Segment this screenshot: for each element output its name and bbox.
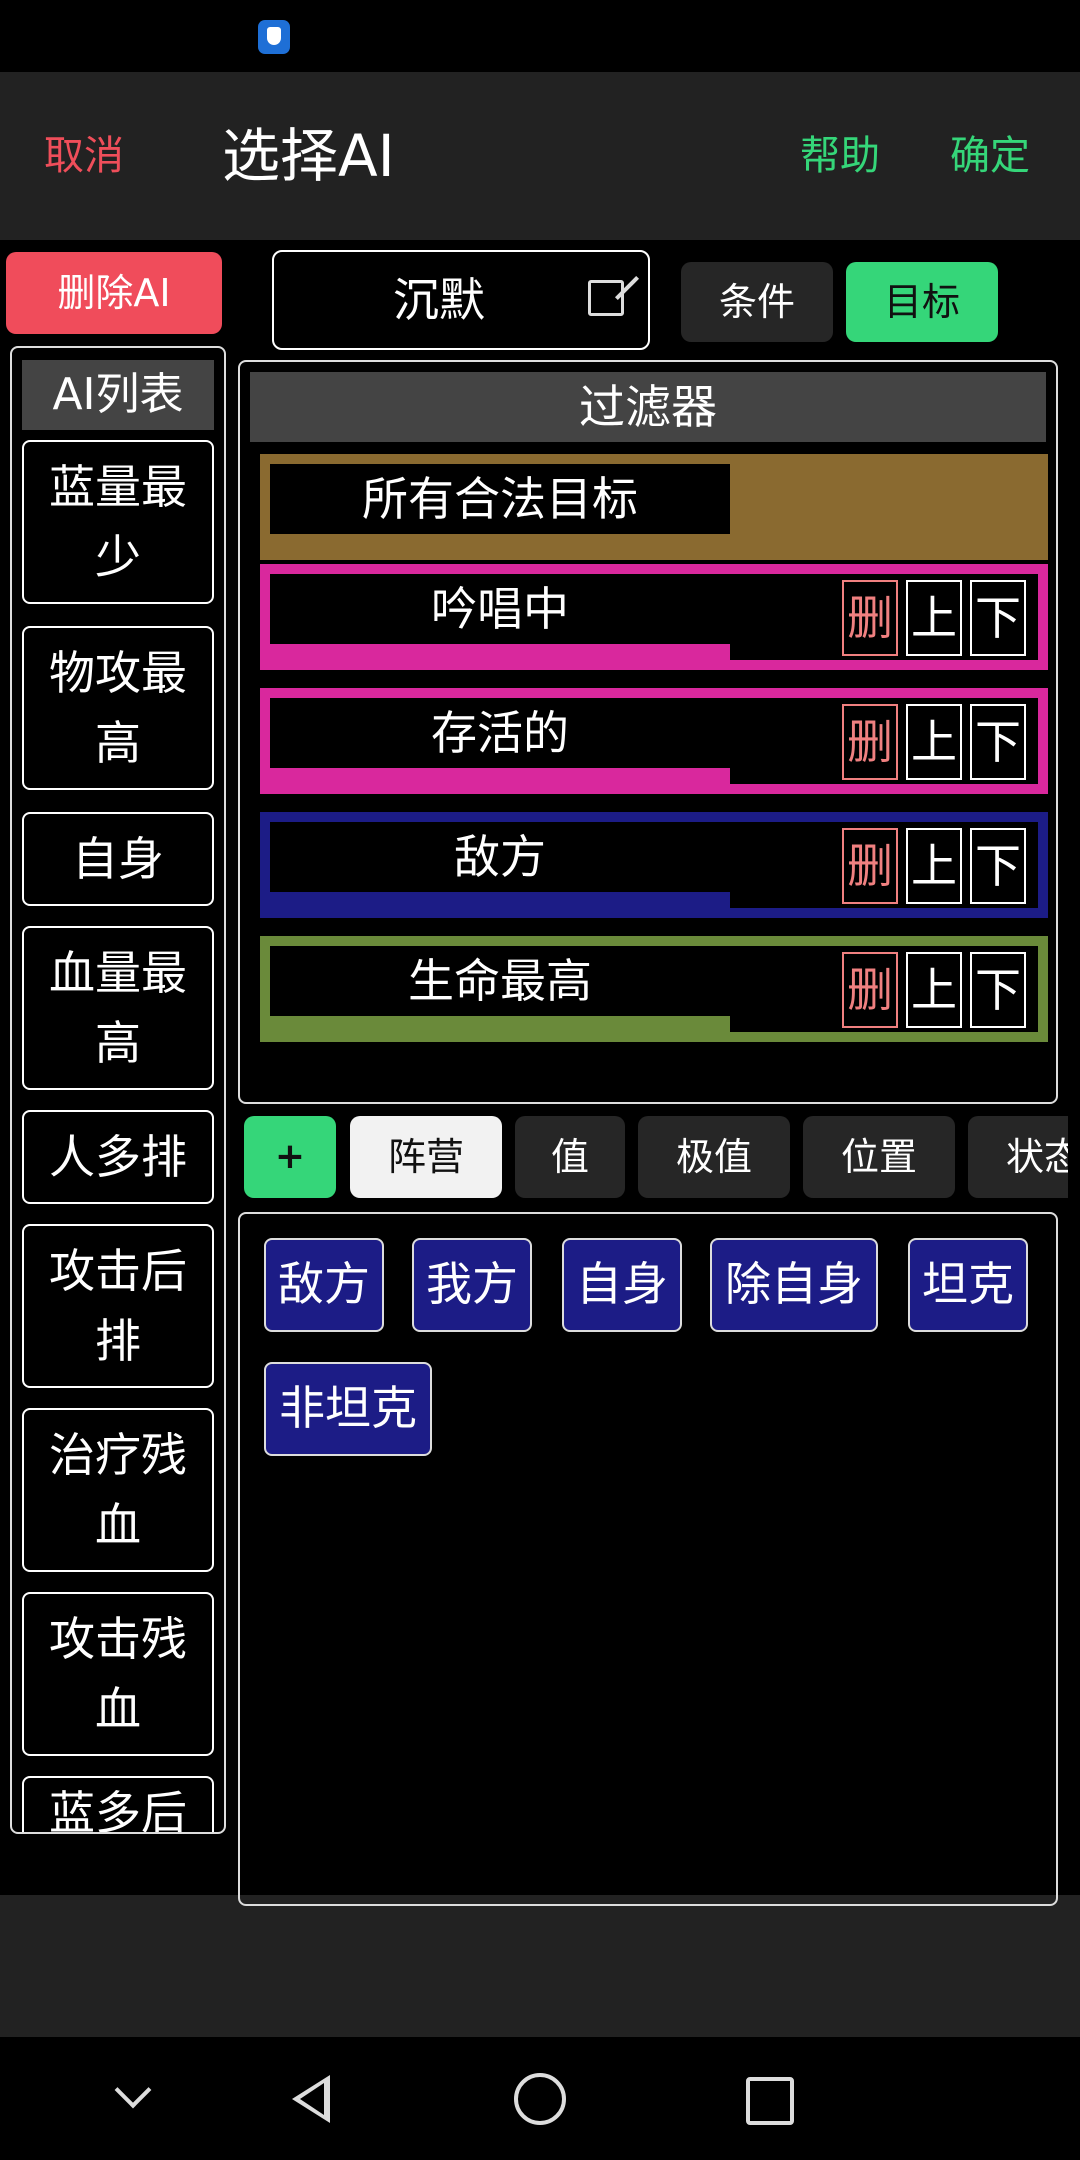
delete-filter-button[interactable]: 删 [842, 580, 898, 656]
edit-icon[interactable] [588, 280, 624, 316]
ai-name-field[interactable]: 沉默 [272, 250, 650, 350]
recent-apps-icon[interactable] [746, 2037, 794, 2160]
filter-row-label: 吟唱中 [270, 574, 730, 644]
ai-list-item[interactable]: 治疗残血 [22, 1408, 214, 1572]
filter-title: 过滤器 [250, 372, 1046, 442]
filter-row[interactable]: 生命最高 删 上 下 [260, 936, 1048, 1042]
filter-row[interactable]: 所有合法目标 [260, 454, 1048, 560]
category-tab[interactable]: 极值 [638, 1116, 790, 1198]
filter-panel: 过滤器 所有合法目标 吟唱中 删 上 下 存活的 删 上 下 敌方 删 上 下 … [238, 360, 1058, 1104]
ai-list-item[interactable]: 蓝量最少 [22, 440, 214, 604]
ai-list-sidebar[interactable]: AI列表 蓝量最少 物攻最高 自身 血量最高 人多排 攻击后排 治疗残血 攻击残… [10, 346, 226, 1834]
ai-list-item[interactable]: 攻击后排 [22, 1224, 214, 1388]
options-panel: 敌方 我方 自身 除自身 坦克 非坦克 [238, 1212, 1058, 1906]
back-icon[interactable] [286, 2037, 336, 2160]
category-tabs: + 阵营 值 极值 位置 状态 [244, 1116, 1068, 1200]
help-button[interactable]: 帮助 [800, 72, 880, 240]
ai-list-item[interactable]: 人多排 [22, 1110, 214, 1204]
ai-list-title: AI列表 [22, 360, 214, 430]
ai-list-item[interactable]: 蓝多后 [22, 1776, 214, 1832]
option-chip[interactable]: 坦克 [908, 1238, 1028, 1332]
header: 取消 选择AI 帮助 确定 [0, 72, 1080, 240]
tab-condition[interactable]: 条件 [681, 262, 833, 342]
cancel-button[interactable]: 取消 [44, 72, 124, 240]
move-up-button[interactable]: 上 [906, 828, 962, 904]
page-title: 选择AI [222, 122, 395, 190]
category-tab[interactable]: 状态 [968, 1116, 1068, 1198]
delete-ai-button[interactable]: 删除AI [6, 252, 222, 334]
filter-row-label: 存活的 [270, 698, 730, 768]
filter-row-label: 所有合法目标 [270, 464, 730, 534]
filter-row[interactable]: 存活的 删 上 下 [260, 688, 1048, 794]
option-chip[interactable]: 敌方 [264, 1238, 384, 1332]
ai-name-text: 沉默 [393, 273, 485, 327]
add-filter-button[interactable]: + [244, 1116, 336, 1198]
ai-list-item[interactable]: 物攻最高 [22, 626, 214, 790]
status-bar [0, 0, 1080, 72]
move-down-button[interactable]: 下 [970, 704, 1026, 780]
filter-row-label: 敌方 [270, 822, 730, 892]
move-up-button[interactable]: 上 [906, 580, 962, 656]
option-chip[interactable]: 除自身 [710, 1238, 878, 1332]
filter-row[interactable]: 敌方 删 上 下 [260, 812, 1048, 918]
category-tab[interactable]: 值 [515, 1116, 625, 1198]
tab-target[interactable]: 目标 [846, 262, 998, 342]
option-chip[interactable]: 我方 [412, 1238, 532, 1332]
move-up-button[interactable]: 上 [906, 704, 962, 780]
ai-list-item[interactable]: 攻击残血 [22, 1592, 214, 1756]
option-chip[interactable]: 自身 [562, 1238, 682, 1332]
category-tab[interactable]: 位置 [803, 1116, 955, 1198]
ai-list-item[interactable]: 自身 [22, 812, 214, 906]
move-up-button[interactable]: 上 [906, 952, 962, 1028]
delete-filter-button[interactable]: 删 [842, 952, 898, 1028]
option-chip[interactable]: 非坦克 [264, 1362, 432, 1456]
delete-filter-button[interactable]: 删 [842, 828, 898, 904]
filter-row-label: 生命最高 [270, 946, 730, 1016]
system-nav-bar [0, 2037, 1080, 2160]
move-down-button[interactable]: 下 [970, 952, 1026, 1028]
ai-list-item[interactable]: 血量最高 [22, 926, 214, 1090]
shield-icon [258, 20, 290, 54]
filter-row[interactable]: 吟唱中 删 上 下 [260, 564, 1048, 670]
delete-filter-button[interactable]: 删 [842, 704, 898, 780]
chevron-down-icon[interactable] [114, 2037, 154, 2160]
bottom-panel [0, 1895, 1080, 2037]
home-icon[interactable] [514, 2037, 566, 2160]
category-tab[interactable]: 阵营 [350, 1116, 502, 1198]
move-down-button[interactable]: 下 [970, 580, 1026, 656]
move-down-button[interactable]: 下 [970, 828, 1026, 904]
confirm-button[interactable]: 确定 [950, 72, 1030, 240]
